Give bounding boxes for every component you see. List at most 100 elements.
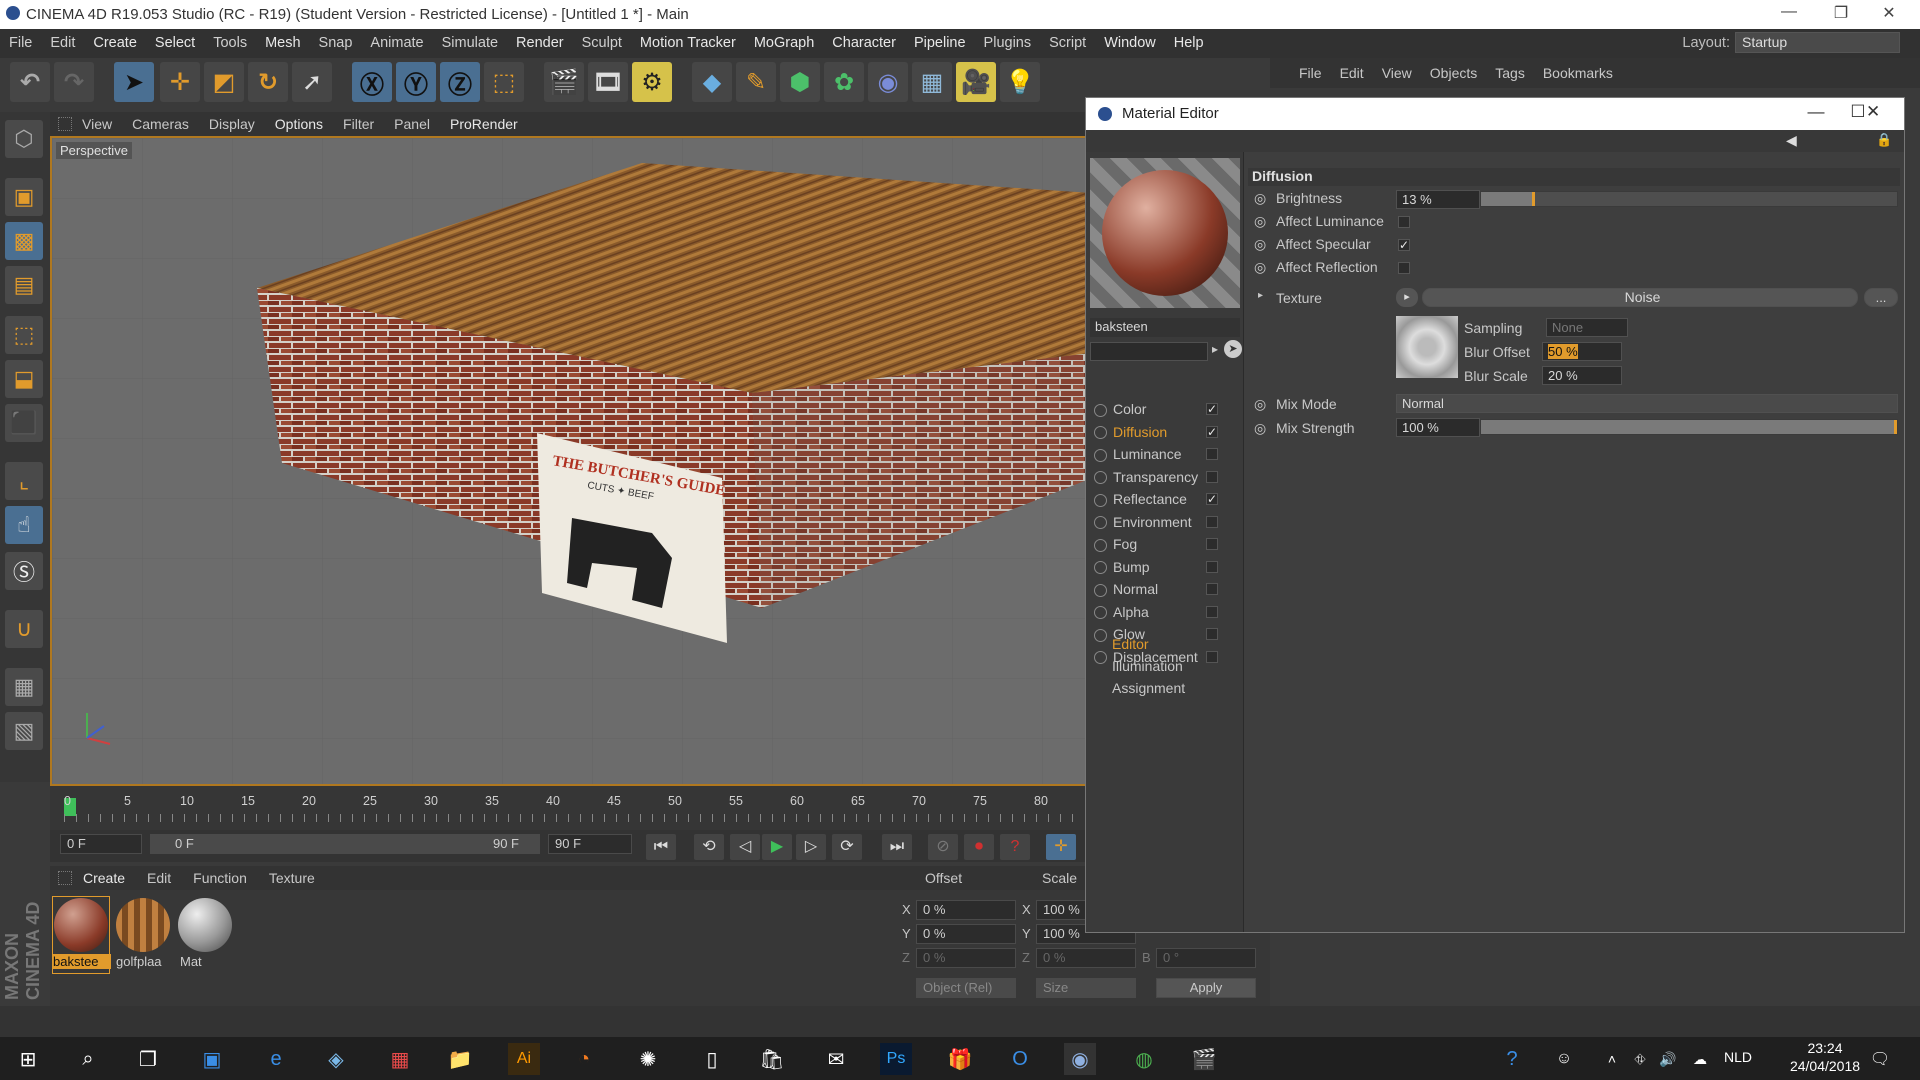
mail-icon[interactable]: ✉ bbox=[820, 1043, 852, 1075]
om-menu-objects[interactable]: Objects bbox=[1421, 58, 1486, 88]
brightness-slider[interactable] bbox=[1480, 191, 1898, 207]
people-icon[interactable]: ☺ bbox=[1548, 1043, 1580, 1075]
material-thumbnail-bakstee[interactable] bbox=[54, 898, 108, 952]
channel-diffusion[interactable]: Diffusion bbox=[1094, 421, 1224, 443]
workplane-mode-icon[interactable]: ▤ bbox=[5, 266, 43, 304]
material-name-field[interactable]: baksteen bbox=[1090, 318, 1240, 337]
channel-checkbox[interactable] bbox=[1206, 583, 1218, 595]
store-icon[interactable]: 🛍 bbox=[756, 1043, 788, 1075]
pen-spline-icon[interactable]: ✎ bbox=[736, 62, 776, 102]
redo-icon[interactable]: ↷ bbox=[54, 62, 94, 102]
cloner-icon[interactable]: ✿ bbox=[824, 62, 864, 102]
app-icon[interactable]: ▣ bbox=[196, 1043, 228, 1075]
mm-menu-function[interactable]: Function bbox=[182, 866, 258, 890]
render-settings-icon[interactable]: ⚙ bbox=[632, 62, 672, 102]
current-frame-field[interactable]: 0 F bbox=[60, 834, 142, 854]
document-icon[interactable]: ▯ bbox=[696, 1043, 728, 1075]
coordinate-system-icon[interactable]: ⬚ bbox=[484, 62, 524, 102]
deformer-icon[interactable]: ◉ bbox=[868, 62, 908, 102]
edge-icon[interactable]: e bbox=[260, 1043, 292, 1075]
texture-more-button[interactable]: ... bbox=[1864, 288, 1898, 307]
channel-transparency[interactable]: Transparency bbox=[1094, 466, 1224, 488]
floor-icon[interactable]: ▦ bbox=[912, 62, 952, 102]
clock-time[interactable]: 23:24 bbox=[1790, 1040, 1860, 1056]
menu-script[interactable]: Script bbox=[1040, 29, 1095, 58]
search-icon[interactable]: ⌕ bbox=[72, 1043, 104, 1075]
menu-help[interactable]: Help bbox=[1165, 29, 1213, 58]
mm-menu-create[interactable]: Create bbox=[72, 866, 136, 890]
om-menu-bookmarks[interactable]: Bookmarks bbox=[1534, 58, 1622, 88]
make-editable-icon[interactable]: ⬡ bbox=[5, 120, 43, 158]
windows-start-icon[interactable]: ⊞ bbox=[12, 1043, 44, 1075]
tweak-mode-icon[interactable]: ☝ bbox=[5, 506, 43, 544]
app-icon[interactable]: ✺ bbox=[632, 1043, 664, 1075]
channel-dot-icon[interactable] bbox=[1094, 561, 1107, 575]
channel-checkbox[interactable] bbox=[1206, 515, 1218, 528]
scale-z-field[interactable]: 0 % bbox=[1036, 948, 1136, 968]
channel-color[interactable]: Color bbox=[1094, 398, 1224, 420]
menu-tools[interactable]: Tools bbox=[204, 29, 256, 58]
previous-key-icon[interactable]: ⟲ bbox=[694, 834, 724, 860]
channel-bump[interactable]: Bump bbox=[1094, 556, 1224, 578]
frame-range-slider[interactable]: 0 F 90 F bbox=[150, 834, 540, 854]
mm-menu-texture[interactable]: Texture bbox=[258, 866, 326, 890]
material-name-golfplaa[interactable]: golfplaa bbox=[116, 954, 174, 969]
channel-dot-icon[interactable] bbox=[1094, 606, 1107, 620]
channel-dot-icon[interactable] bbox=[1094, 426, 1107, 440]
affect-reflection-checkbox[interactable] bbox=[1398, 262, 1410, 274]
planar-workplane-icon[interactable]: ▧ bbox=[5, 712, 43, 750]
channel-normal[interactable]: Normal bbox=[1094, 578, 1224, 600]
axis-mode-icon[interactable]: ⌞ bbox=[5, 462, 43, 500]
cube-primitive-icon[interactable]: ◆ bbox=[692, 62, 732, 102]
affect-specular-checkbox[interactable]: ✓ bbox=[1398, 239, 1410, 251]
option-dot-icon[interactable]: ◎ bbox=[1254, 396, 1266, 413]
channel-checkbox[interactable] bbox=[1206, 605, 1218, 618]
material-thumbnail-mat[interactable] bbox=[178, 898, 232, 952]
app-icon[interactable]: ▦ bbox=[384, 1043, 416, 1075]
mix-strength-slider[interactable] bbox=[1480, 419, 1898, 435]
size-mode-select[interactable]: Size bbox=[1036, 978, 1136, 998]
om-menu-file[interactable]: File bbox=[1290, 58, 1331, 88]
channel-checkbox[interactable] bbox=[1206, 538, 1218, 550]
channel-dot-icon[interactable] bbox=[1094, 448, 1107, 462]
vp-menu-options[interactable]: Options bbox=[265, 112, 333, 136]
menu-character[interactable]: Character bbox=[823, 29, 905, 58]
menu-create[interactable]: Create bbox=[84, 29, 146, 58]
pick-cursor-icon[interactable]: ➤ bbox=[1224, 340, 1242, 358]
scale-tool-icon[interactable]: ◩ bbox=[204, 62, 244, 102]
z-axis-lock-icon[interactable]: Ⓩ bbox=[440, 62, 480, 102]
mix-strength-input[interactable]: 100 % bbox=[1396, 418, 1480, 437]
onedrive-icon[interactable]: ☁ bbox=[1684, 1043, 1716, 1075]
om-menu-view[interactable]: View bbox=[1373, 58, 1421, 88]
menu-animate[interactable]: Animate bbox=[361, 29, 432, 58]
select-tool-icon[interactable]: ➤ bbox=[114, 62, 154, 102]
perspective-viewport[interactable]: THE BUTCHER'S GUIDE CUTS ✦ BEEF Perspect… bbox=[50, 136, 1090, 786]
close-icon[interactable]: ✕ bbox=[1866, 102, 1880, 122]
channel-checkbox[interactable] bbox=[1206, 470, 1218, 483]
magnet-icon[interactable]: ∪ bbox=[5, 610, 43, 648]
texture-shader-button[interactable]: Noise bbox=[1422, 288, 1858, 307]
material-name-mat[interactable]: Mat bbox=[180, 954, 238, 969]
edges-mode-icon[interactable]: ⬓ bbox=[5, 360, 43, 398]
channel-checkbox[interactable]: ✓ bbox=[1206, 493, 1218, 505]
minimize-icon[interactable]: — bbox=[1766, 3, 1812, 27]
channel-checkbox[interactable] bbox=[1206, 560, 1218, 573]
channel-environment[interactable]: Environment bbox=[1094, 511, 1224, 533]
viewport-grip-icon[interactable] bbox=[58, 117, 72, 131]
camera-icon[interactable]: 🎥 bbox=[956, 62, 996, 102]
blender-icon[interactable]: ◔ bbox=[568, 1043, 600, 1075]
mm-menu-edit[interactable]: Edit bbox=[136, 866, 182, 890]
file-explorer-icon[interactable]: 📁 bbox=[444, 1043, 476, 1075]
vp-menu-filter[interactable]: Filter bbox=[333, 112, 384, 136]
channel-checkbox[interactable]: ✓ bbox=[1206, 403, 1218, 415]
next-key-icon[interactable]: ⟳ bbox=[832, 834, 862, 860]
option-dot-icon[interactable]: ◎ bbox=[1254, 420, 1266, 437]
sampling-select[interactable]: None bbox=[1546, 318, 1628, 337]
channel-assignment[interactable]: Assignment bbox=[1112, 680, 1185, 696]
channel-checkbox[interactable]: ✓ bbox=[1206, 425, 1218, 438]
workplane-lock-icon[interactable]: ▦ bbox=[5, 668, 43, 706]
points-mode-icon[interactable]: ⬚ bbox=[5, 316, 43, 354]
channel-dot-icon[interactable] bbox=[1094, 403, 1107, 417]
noise-texture-preview[interactable] bbox=[1396, 316, 1458, 378]
menu-simulate[interactable]: Simulate bbox=[433, 29, 507, 58]
